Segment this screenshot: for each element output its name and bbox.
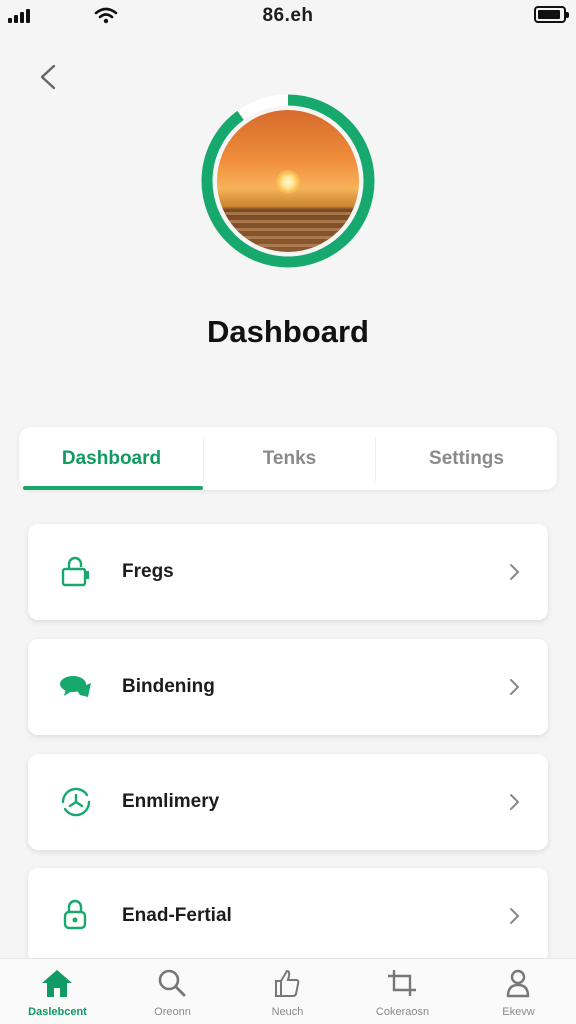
padlock-icon (63, 899, 87, 930)
home-icon (42, 970, 72, 997)
menu-item-label: Bindening (122, 676, 215, 697)
profile-icon (506, 969, 530, 998)
nav-label: Oreonn (154, 1006, 191, 1018)
menu-item-label: Fregs (122, 561, 174, 582)
crop-icon (388, 970, 416, 996)
nav-label: Neuch (271, 1006, 304, 1018)
nav-item-profile[interactable]: Ekevw (461, 959, 576, 1024)
battery-icon (534, 6, 569, 23)
chat-bubble-icon (60, 676, 91, 697)
thumbs-up-icon (275, 969, 300, 997)
menu-item-fregs[interactable]: Fregs (28, 524, 548, 620)
avatar-image (217, 110, 359, 252)
sync-clock-icon (61, 787, 91, 817)
tab-tenks[interactable]: Tenks (204, 427, 375, 490)
nav-item-crop[interactable]: Cokeraosn (345, 959, 460, 1024)
tab-settings[interactable]: Settings (376, 427, 557, 490)
menu-item-label: Enmlimery (122, 791, 220, 812)
nav-label: Cokeraosn (375, 1006, 430, 1018)
nav-item-search[interactable]: Oreonn (115, 959, 230, 1024)
page-title: Dashboard (207, 314, 369, 349)
lock-icon (61, 556, 89, 587)
search-icon (158, 969, 186, 997)
profile-avatar[interactable] (200, 93, 376, 269)
nav-item-likes[interactable]: Neuch (230, 959, 345, 1024)
status-bar: 86.eh (0, 0, 576, 34)
menu-item-label: Enad-Fertial (122, 905, 232, 926)
nav-item-home[interactable]: Daslebcent (0, 959, 115, 1024)
chevron-right-icon (510, 908, 520, 924)
back-button[interactable] (30, 58, 66, 96)
tab-dashboard[interactable]: Dashboard (19, 427, 204, 490)
bottom-navigation: Daslebcent Oreonn Neuch Cokeraosn Ekevw (0, 958, 576, 1024)
menu-item-enmlimery[interactable]: Enmlimery (28, 754, 548, 850)
chevron-right-icon (510, 794, 520, 810)
status-time: 86.eh (262, 5, 314, 26)
tab-bar: Dashboard Tenks Settings (19, 427, 557, 490)
menu-item-bindening[interactable]: Bindening (28, 639, 548, 735)
chevron-right-icon (510, 564, 520, 580)
nav-label: Ekevw (502, 1006, 535, 1018)
active-tab-indicator (23, 486, 203, 490)
chevron-right-icon (510, 679, 520, 695)
menu-item-enad-fertial[interactable]: Enad-Fertial (28, 868, 548, 964)
nav-label: Daslebcent (28, 1006, 87, 1018)
